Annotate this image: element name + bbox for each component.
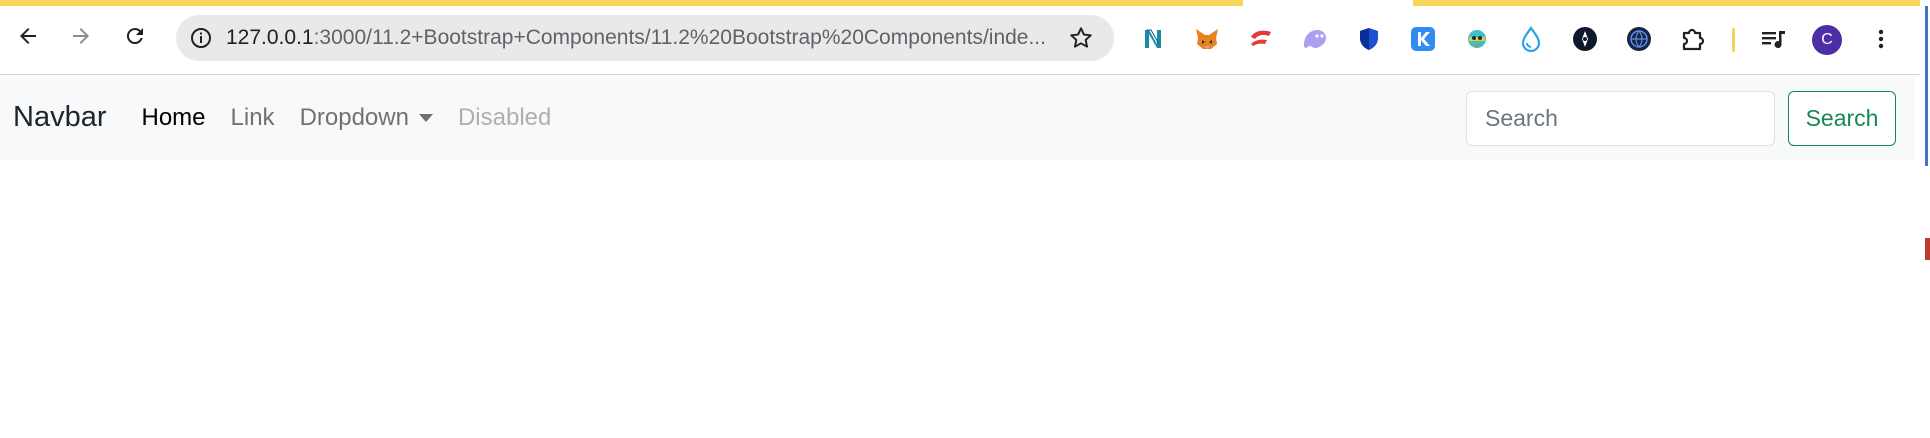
dark-globe-icon[interactable] — [1624, 24, 1654, 54]
scrollbar-marker — [1925, 238, 1930, 260]
scrollbar[interactable] — [1920, 0, 1930, 438]
reload-button[interactable] — [119, 20, 151, 52]
notion-icon[interactable] — [1138, 24, 1168, 54]
nav-link-link[interactable]: Link — [231, 104, 275, 132]
arrow-right-icon — [73, 28, 89, 44]
ghost-icon[interactable] — [1300, 24, 1330, 54]
metamask-fox-icon[interactable] — [1192, 24, 1222, 54]
search-input[interactable] — [1466, 91, 1775, 146]
shield-icon[interactable] — [1354, 24, 1384, 54]
arrow-left-icon — [20, 28, 36, 44]
nav-link-dropdown[interactable]: Dropdown — [300, 104, 433, 132]
menu-button[interactable] — [1866, 24, 1896, 54]
back-button[interactable] — [12, 20, 44, 52]
dropdown-label: Dropdown — [299, 103, 409, 131]
search-form: Search — [1466, 91, 1896, 146]
navbar: Navbar Home Link Dropdown Disabled Searc… — [0, 75, 1915, 160]
scrollbar-thumb[interactable] — [1925, 6, 1928, 166]
navbar-brand[interactable]: Navbar — [13, 101, 107, 134]
nav-link-home[interactable]: Home — [142, 104, 206, 132]
site-info-icon[interactable] — [188, 25, 214, 51]
forward-button[interactable] — [65, 20, 97, 52]
bird-icon[interactable] — [1462, 24, 1492, 54]
browser-toolbar: 127.0.0.1:3000/11.2+Bootstrap+Components… — [0, 6, 1920, 75]
media-queue-icon[interactable] — [1758, 24, 1788, 54]
profile-avatar[interactable]: C — [1812, 25, 1842, 55]
compass-icon[interactable] — [1570, 24, 1600, 54]
nav-link-disabled: Disabled — [457, 103, 552, 131]
toolbar-separator — [1732, 28, 1735, 52]
address-bar[interactable]: 127.0.0.1:3000/11.2+Bootstrap+Components… — [176, 15, 1114, 61]
nav-links: Home Link Dropdown Disabled — [142, 104, 577, 132]
droplet-icon[interactable] — [1516, 24, 1546, 54]
k-icon[interactable] — [1408, 24, 1438, 54]
reload-icon — [126, 28, 143, 45]
caret-down-icon — [418, 113, 433, 122]
avatar-initial: C — [1821, 31, 1833, 48]
red-extension-icon[interactable] — [1246, 24, 1276, 54]
search-button[interactable]: Search — [1788, 91, 1896, 146]
more-vertical-icon — [1878, 29, 1884, 49]
url-text[interactable]: 127.0.0.1:3000/11.2+Bootstrap+Components… — [226, 26, 1046, 50]
puzzle-icon[interactable] — [1678, 24, 1708, 54]
bookmark-star-icon[interactable] — [1068, 25, 1094, 51]
